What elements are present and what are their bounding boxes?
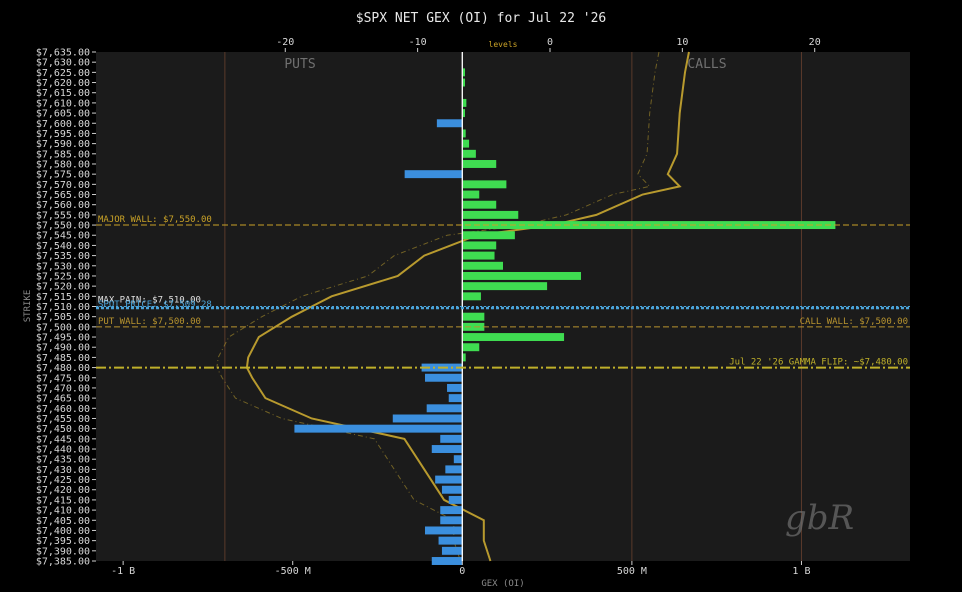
gex-bar [462,180,507,189]
gex-bar [294,424,463,433]
gex-bar [431,557,463,565]
gex-bar [462,333,565,342]
gex-bar [462,271,582,280]
gex-bar [441,546,463,555]
call-wall-label: CALL WALL: $7,500.00 [800,317,908,327]
gex-bar [462,282,548,291]
top-tick-label: 20 [809,37,821,48]
y-axis-label: STRIKE [23,290,33,323]
gex-bar [431,445,463,453]
gex-bar [447,383,463,392]
x-axis-label: GEX (OI) [481,579,524,589]
y-axis-ticks: $7,635.00$7,630.00$7,625.00$7,620.00$7,6… [36,48,96,568]
puts-region-label: PUTS [284,57,315,72]
gex-bar [440,434,463,443]
gex-bar [462,241,497,250]
major-wall-label: MAJOR WALL: $7,550.00 [98,215,212,225]
gex-bar [448,495,463,504]
gex-bar [441,485,463,494]
gex-bar [404,170,463,179]
gex-bar [435,475,463,484]
gex-bar [462,200,497,209]
put-wall-label: PUT WALL: $7,500.00 [98,317,201,327]
gex-bar [438,536,463,545]
gbr-watermark: gbR [785,498,855,538]
gex-bar [424,526,463,535]
gex-bar [462,149,476,158]
gex-bar [424,373,463,382]
gex-bar [436,119,463,128]
top-tick-label: -20 [276,37,294,48]
gex-bar [440,506,463,515]
gex-bar [448,394,463,403]
top-axis-ticks: -20 -10 0 10 20 [276,37,821,52]
gamma-flip-label: Jul 22 '26 GAMMA FLIP: ~$7,480.00 [729,358,908,368]
spot-price-label: SPOT PRICE: $7,509.28 [98,300,212,310]
gex-bar [462,261,503,270]
gex-bar [453,455,463,464]
gex-bar [392,414,463,423]
x-tick-label: 1 B [792,566,810,577]
gex-bar [462,292,481,301]
gex-bar [445,465,463,474]
gex-bar [462,190,480,199]
gex-bar [462,139,470,148]
top-tick-label: 10 [676,37,688,48]
gex-bar [462,251,495,260]
gex-bar [462,160,497,168]
top-tick-label: -10 [409,37,427,48]
gex-bar [462,312,485,321]
gex-bar [462,210,519,219]
x-tick-label: -500 M [275,566,311,577]
top-tick-label: 0 [547,37,553,48]
plot-panel [96,52,910,561]
gex-bar [426,404,463,413]
calls-region-label: CALLS [687,57,726,72]
y-tick-label: $7,385.00 [36,557,90,568]
top-axis-label: levels [489,40,518,49]
x-tick-label: -1 B [111,566,135,577]
x-tick-label: 500 M [617,566,647,577]
gex-bar [462,231,515,240]
gex-bar [440,516,463,525]
gex-bar [462,343,480,352]
x-tick-label: 0 [459,566,465,577]
